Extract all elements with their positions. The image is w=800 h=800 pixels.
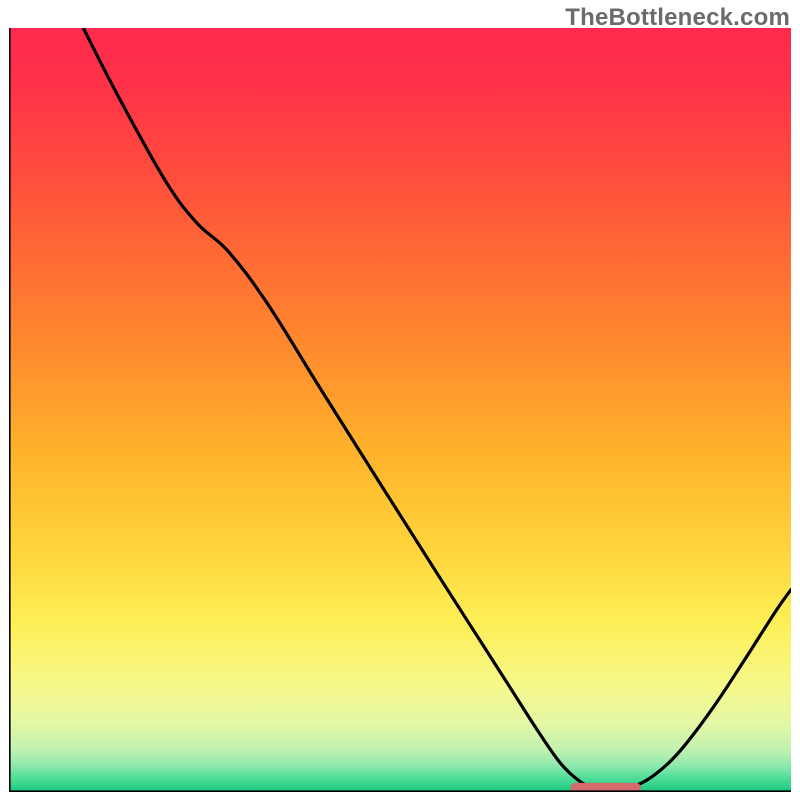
chart-svg — [9, 28, 791, 792]
chart-frame: TheBottleneck.com — [0, 0, 800, 800]
gradient-background — [9, 28, 791, 792]
plot-area — [9, 28, 791, 792]
